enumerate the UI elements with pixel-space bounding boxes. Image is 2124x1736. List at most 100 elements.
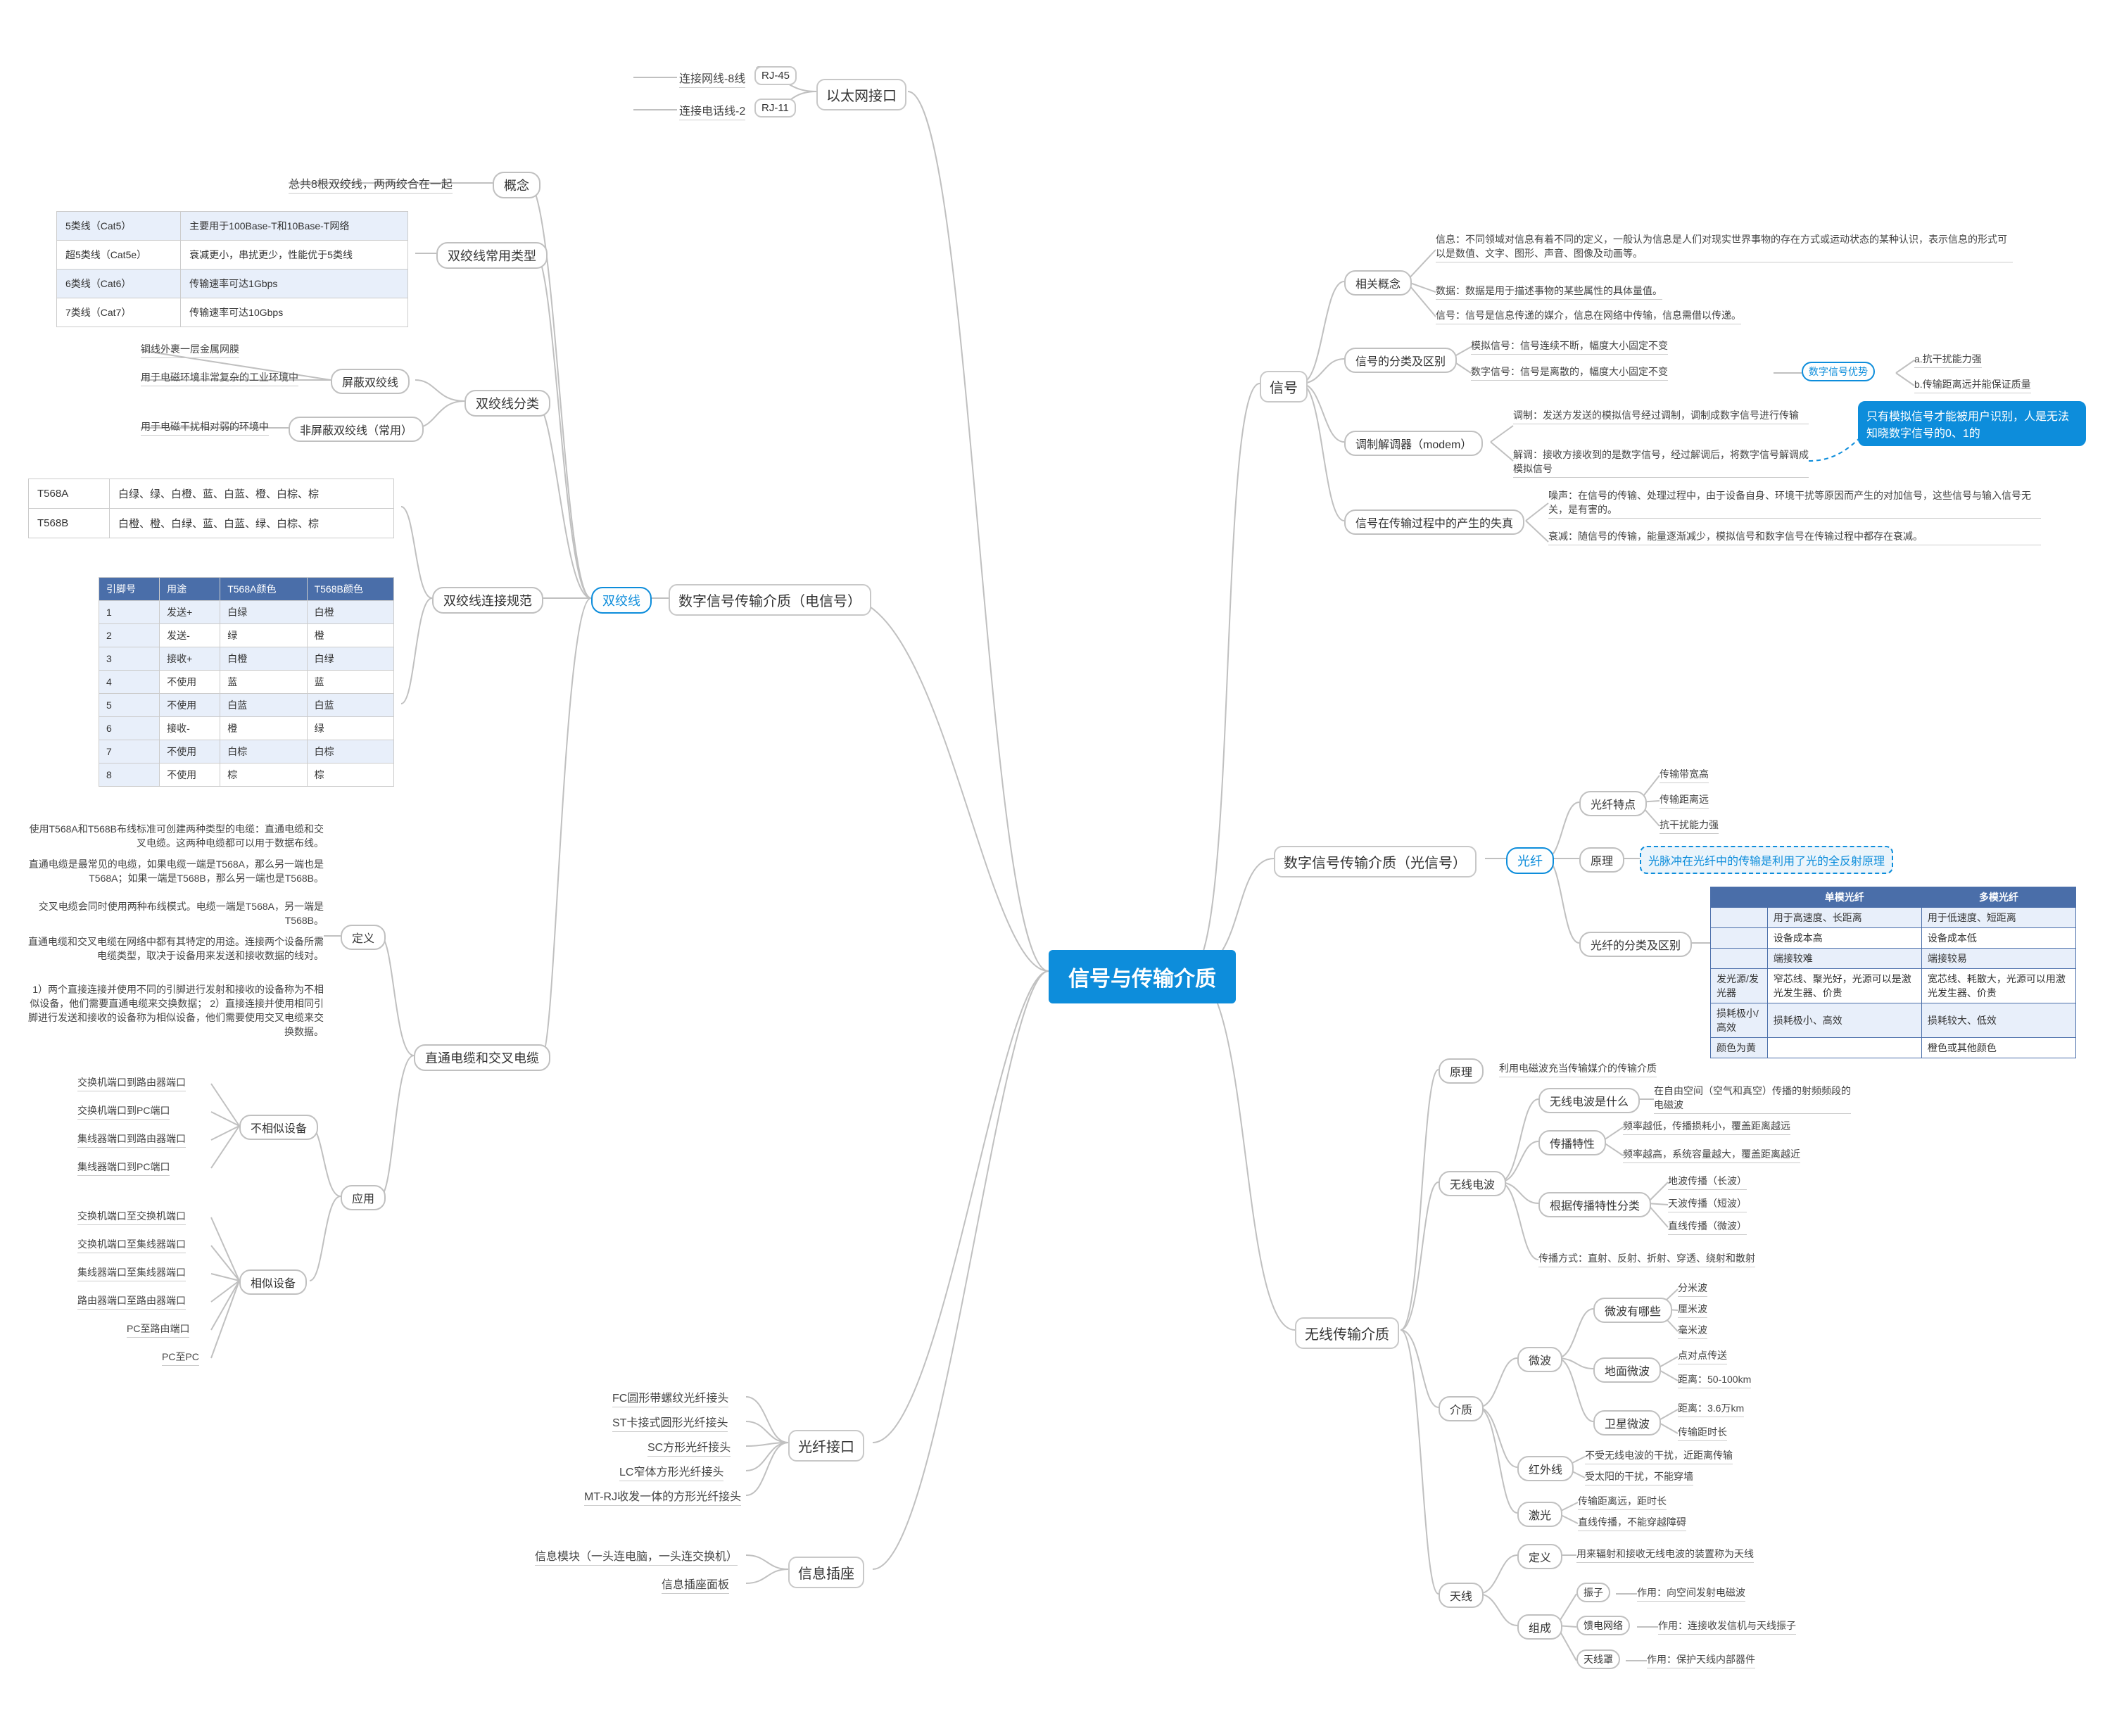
pill-twisted-pair[interactable]: 双绞线 [591,587,652,614]
node-optical[interactable]: 数字信号传输介质（光信号） [1274,846,1477,877]
pill-unshielded[interactable]: 非屏蔽双绞线（常用） [289,417,424,442]
node-signal[interactable]: 信号 [1260,371,1308,403]
pill-diff-devices[interactable]: 不相似设备 [239,1115,318,1140]
distortion-noise: 噪声：在信号的传输、处理过程中，由于设备自身、环境干扰等原因而产生的对加信号，这… [1548,488,2041,519]
pill-microwave[interactable]: 微波 [1517,1347,1562,1372]
digital-text: 数字信号：信号是离散的，幅度大小固定不变 [1471,365,1668,381]
pill-classification[interactable]: 双绞线分类 [464,390,550,417]
pill-radio-byprop[interactable]: 根据传播特性分类 [1538,1192,1651,1217]
pill-medium[interactable]: 介质 [1439,1396,1484,1421]
pill-ground-microwave[interactable]: 地面微波 [1593,1357,1661,1383]
def-line-0: 使用T568A和T568B布线标准可创建两种类型的电缆：直通电缆和交叉电缆。这两… [28,822,324,851]
byprop-2: 直线传播（微波） [1668,1219,1747,1235]
pill-modem[interactable]: 调制解调器（modem） [1344,431,1483,456]
rj45-pill[interactable]: RJ-45 [754,66,797,85]
rj11-pill[interactable]: RJ-11 [754,99,796,118]
pill-overview[interactable]: 概念 [493,172,541,198]
pill-application[interactable]: 应用 [341,1185,386,1210]
ground-0: 点对点传送 [1678,1348,1727,1364]
diff-3: 集线器端口到PC端口 [77,1160,170,1176]
pill-radio-what[interactable]: 无线电波是什么 [1538,1088,1640,1113]
pill-common-types[interactable]: 双绞线常用类型 [436,242,548,269]
node-fiber-iface[interactable]: 光纤接口 [788,1430,864,1462]
pill-digital-adv[interactable]: 数字信号优势 [1802,362,1875,381]
pill-wireless-principle[interactable]: 原理 [1439,1058,1484,1084]
pill-straight-cross[interactable]: 直通电缆和交叉电缆 [414,1044,550,1071]
radio-what-text: 在自由空间（空气和真空）传播的射频频段的电磁波 [1654,1084,1851,1114]
radome-text: 作用：保护天线内部器件 [1647,1652,1755,1668]
pill-same-devices[interactable]: 相似设备 [239,1269,307,1295]
kinds-2: 毫米波 [1678,1323,1707,1339]
pill-laser[interactable]: 激光 [1517,1502,1562,1527]
related-0: 信息：不同领域对信息有着不同的定义，一般认为信息是人们对现实世界事物的存在方式或… [1436,232,2013,262]
pill-antenna-comp[interactable]: 组成 [1517,1614,1562,1640]
pill-fiber-principle[interactable]: 原理 [1579,847,1624,873]
mindmap-canvas: 信号与传输介质 以太网接口 连接网线-8线 连接电话线-2 RJ-45 RJ-1… [0,0,2124,1736]
node-wireless[interactable]: 无线传输介质 [1295,1317,1399,1349]
same-1: 交换机端口至集线器端口 [77,1237,186,1253]
pill-related[interactable]: 相关概念 [1344,270,1412,296]
pill-fiber[interactable]: 光纤 [1506,847,1554,874]
pill-feedline[interactable]: 馈电网络 [1576,1616,1630,1635]
pill-radio[interactable]: 无线电波 [1439,1171,1506,1196]
laser-0: 传输距离远，距时长 [1578,1494,1667,1510]
def-line-2: 交叉电缆会同时使用两种布线模式。电缆一端是T568A，另一端是T568B。 [28,899,324,929]
fiber-3: LC窄体方形光纤接头 [619,1462,723,1481]
ground-1: 距离：50-100km [1678,1372,1751,1388]
infrared-0: 不受无线电波的干扰，近距离传输 [1585,1448,1733,1464]
table-std: T568A白绿、绿、白橙、蓝、白蓝、橙、白棕、棕 T568B白橙、橙、白绿、蓝、… [28,479,394,538]
same-4: PC至路由端口 [127,1322,189,1338]
ethernet-rj11-desc: 连接电话线-2 [679,101,745,120]
pill-radome[interactable]: 天线罩 [1576,1649,1620,1669]
oscillator-text: 作用：向空间发射电磁波 [1637,1585,1745,1602]
node-ethernet[interactable]: 以太网接口 [816,79,906,110]
modem-demod: 解调：接收方接收到的是数字信号，经过解调后，将数字信号解调成模拟信号 [1513,448,1809,478]
rj11-label: RJ-11 [761,102,789,114]
pill-antenna[interactable]: 天线 [1439,1583,1484,1608]
node-digital-electric[interactable]: 数字信号传输介质（电信号） [669,584,871,616]
pill-satellite-microwave[interactable]: 卫星微波 [1593,1410,1661,1436]
pill-microwave-kinds[interactable]: 微波有哪些 [1593,1298,1672,1323]
socket-1: 信息插座面板 [662,1575,729,1594]
same-5: PC至PC [162,1350,199,1366]
fiber-4: MT-RJ收发一体的方形光纤接头 [584,1487,741,1506]
pill-antenna-def[interactable]: 定义 [1517,1544,1562,1569]
pill-signal-types[interactable]: 信号的分类及区别 [1344,348,1457,373]
pill-definition[interactable]: 定义 [341,925,386,950]
pill-fiber-compare[interactable]: 光纤的分类及区别 [1579,932,1692,957]
fiber-0: FC圆形带螺纹光纤接头 [612,1388,728,1407]
feedline-text: 作用：连接收发信机与天线振子 [1658,1618,1796,1635]
fiber-2: SC方形光纤接头 [647,1438,731,1457]
distortion-atten: 衰减：随信号的传输，能量逐渐减少，模拟信号和数字信号在传输过程中都存在衰减。 [1548,529,2041,545]
feat-1: 传输距离远 [1660,792,1709,809]
pill-infrared[interactable]: 红外线 [1517,1456,1574,1481]
sat-0: 距离：3.6万km [1678,1401,1744,1417]
def-line-3: 直通电缆和交叉电缆在网络中都有其特定的用途。连接两个设备所需电缆类型，取决于设备… [28,934,324,964]
radio-mode: 传播方式：直射、反射、折射、穿透、绕射和散射 [1538,1251,1755,1267]
sat-1: 传输距时长 [1678,1425,1727,1441]
table-fiber-compare: 单模光纤多模光纤 用于高速度、长距离用于低速度、短距离 设备成本高设备成本低 端… [1710,887,2076,1058]
root-node[interactable]: 信号与传输介质 [1049,950,1236,1003]
same-0: 交换机端口至交换机端口 [77,1209,186,1225]
shielded-note1: 铜线外裹一层金属网膜 [141,342,239,358]
overview-text: 总共8根双绞线，两两绞合在一起 [289,175,453,194]
byprop-1: 天波传播（短波） [1668,1196,1747,1212]
wireless-principle-text: 利用电磁波充当传输媒介的传输介质 [1499,1061,1657,1077]
node-info-socket[interactable]: 信息插座 [788,1557,864,1588]
pill-shielded[interactable]: 屏蔽双绞线 [331,369,410,394]
pill-wiring-spec[interactable]: 双绞线连接规范 [432,587,543,614]
unshielded-note: 用于电磁干扰相对弱的环境中 [141,419,269,436]
rj45-label: RJ-45 [761,70,790,82]
kinds-0: 分米波 [1678,1281,1707,1297]
pill-fiber-features[interactable]: 光纤特点 [1579,791,1647,816]
infrared-1: 受太阳的干扰，不能穿墙 [1585,1469,1693,1485]
def-line-1: 直通电缆是最常见的电缆，如果电缆一端是T568A，那么另一端也是T568A；如果… [28,857,324,887]
related-2: 信号：信号是信息传递的媒介，信息在网络中传输，信息需借以传递。 [1436,308,1741,324]
feat-0: 传输带宽高 [1660,767,1709,783]
analog-text: 模拟信号：信号连续不断，幅度大小固定不变 [1471,338,1668,355]
pill-distortion[interactable]: 信号在传输过程中的产生的失真 [1344,509,1524,535]
pill-oscillator[interactable]: 振子 [1576,1583,1610,1602]
pill-radio-prop[interactable]: 传播特性 [1538,1130,1606,1155]
related-1: 数据：数据是用于描述事物的某些属性的具体量值。 [1436,284,1662,300]
adv-b: b.传输距离远并能保证质量 [1914,377,2031,393]
